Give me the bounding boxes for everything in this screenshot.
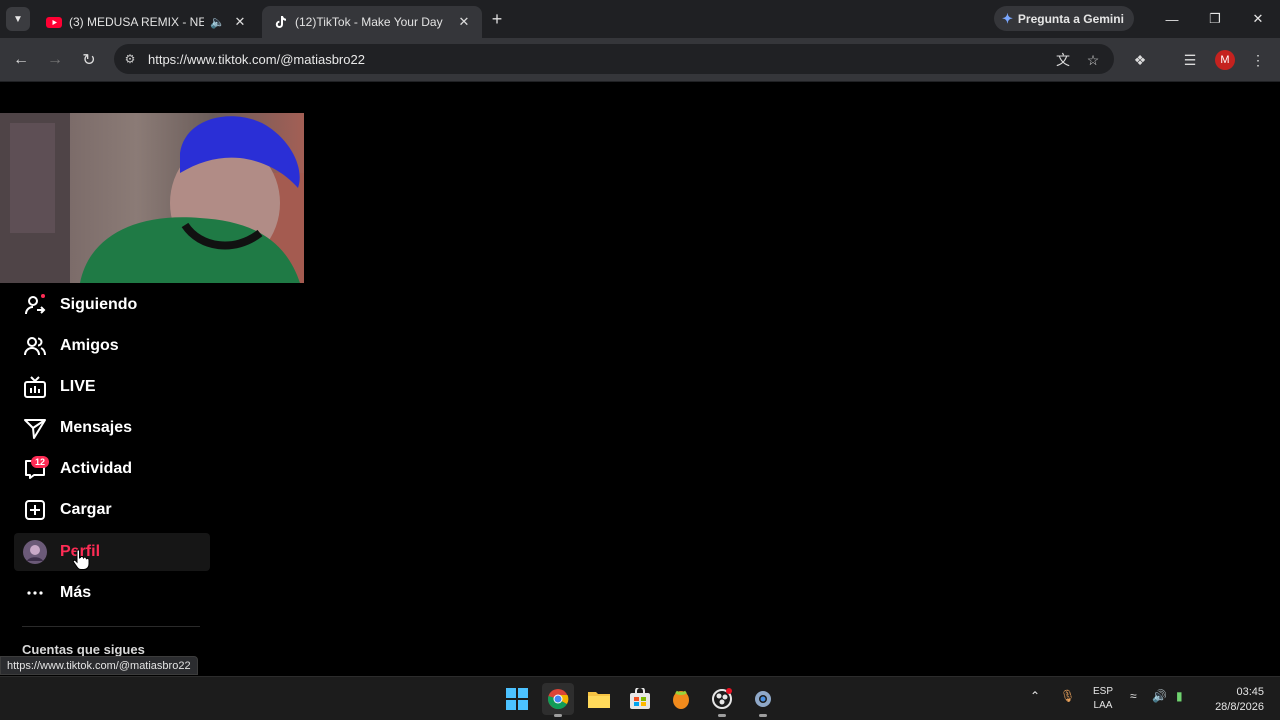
address-bar[interactable]: ⚙ https://www.tiktok.com/@matiasbro22	[114, 44, 1114, 74]
url-text: https://www.tiktok.com/@matiasbro22	[148, 52, 365, 67]
screen: ▼ (3) MEDUSA REMIX - NEO I 🔈 ✕ (12)TikTo…	[0, 0, 1280, 720]
taskbar-settings[interactable]	[747, 683, 779, 717]
restore-button[interactable]: ❐	[1203, 8, 1227, 30]
minimize-button[interactable]: —	[1160, 8, 1184, 30]
notification-badge: 12	[31, 456, 50, 468]
following-accounts-heading: Cuentas que sigues	[22, 642, 145, 657]
activity-icon: 12	[16, 456, 54, 481]
windows-taskbar: ⌃ 🎙 ESP LAA ≈ 🔊 ▮ 03:45 28/8/2026	[0, 676, 1280, 720]
webcam-overlay	[0, 113, 304, 283]
kebab-menu-icon[interactable]: ⋮	[1246, 48, 1270, 72]
minimize-icon: —	[1165, 11, 1179, 27]
sidebar-item-label: LIVE	[60, 378, 96, 395]
microphone-icon[interactable]: 🎙	[1060, 689, 1075, 703]
sidebar-item-mas[interactable]: Más	[14, 574, 210, 612]
gemini-label: Pregunta a Gemini	[1017, 11, 1124, 26]
reload-icon: ↻	[82, 52, 96, 69]
new-tab-button[interactable]: +	[486, 8, 508, 30]
tiktok-icon	[275, 16, 286, 28]
browser-toolbar: ← → ↻ ⚙ https://www.tiktok.com/@matiasbr…	[0, 38, 1280, 82]
sidebar-item-label: Más	[60, 584, 92, 601]
bookmark-star-icon[interactable]: ☆	[1081, 48, 1105, 72]
forward-button[interactable]: →	[43, 48, 67, 72]
sidebar-item-label: Cargar	[60, 501, 112, 518]
youtube-icon	[46, 17, 62, 28]
gemini-spark-icon: ✦	[1002, 10, 1013, 26]
extensions-icon[interactable]: ❖	[1128, 48, 1152, 72]
messages-icon	[16, 416, 54, 440]
following-icon	[16, 293, 54, 317]
wifi-icon[interactable]: ≈	[1130, 689, 1137, 703]
sidebar-item-siguiendo[interactable]: Siguiendo	[14, 286, 210, 324]
hand-cursor-icon	[72, 549, 90, 570]
friends-icon	[16, 334, 54, 358]
tab-title: (3) MEDUSA REMIX - NEO I	[69, 15, 204, 29]
tab-tiktok[interactable]: (12)TikTok - Make Your Day ✕	[262, 6, 482, 38]
lang-code: ESP	[1092, 686, 1113, 697]
sidebar-item-actividad[interactable]: 12 Actividad	[14, 450, 210, 488]
folder-icon	[588, 692, 610, 708]
obs-icon	[712, 688, 732, 709]
battery-icon[interactable]: ▮	[1176, 689, 1183, 703]
plus-icon: +	[491, 8, 503, 29]
gemini-button[interactable]: ✦ Pregunta a Gemini	[994, 6, 1134, 31]
gear-icon	[755, 691, 771, 707]
taskbar-store[interactable]	[624, 683, 656, 715]
speaker-icon[interactable]: 🔈	[210, 15, 226, 29]
tab-medusa-remix[interactable]: (3) MEDUSA REMIX - NEO I 🔈 ✕	[36, 6, 258, 38]
clock-date: 28/8/2026	[1215, 701, 1264, 713]
fl-studio-icon	[673, 690, 689, 709]
profile-avatar[interactable]: M	[1215, 50, 1235, 70]
taskbar-obs[interactable]	[706, 683, 738, 717]
windows-logo-icon	[506, 688, 528, 710]
sidebar-item-mensajes[interactable]: Mensajes	[14, 409, 210, 447]
window-close-button[interactable]: ✕	[1246, 8, 1270, 30]
chevron-down-icon: ▼	[13, 13, 23, 25]
webcam-image	[0, 113, 304, 283]
close-icon[interactable]: ✕	[456, 14, 472, 30]
tab-title: (12)TikTok - Make Your Day	[295, 15, 443, 29]
link-status-bar: https://www.tiktok.com/@matiasbro22	[0, 656, 198, 675]
media-control-icon[interactable]: ☰	[1178, 48, 1202, 72]
sidebar-item-live[interactable]: LIVE	[14, 368, 210, 406]
arrow-right-icon: →	[47, 51, 63, 68]
profile-avatar	[16, 539, 54, 565]
taskbar-fl-studio[interactable]	[665, 683, 697, 715]
sidebar-divider	[22, 626, 200, 627]
sidebar-item-amigos[interactable]: Amigos	[14, 327, 210, 365]
close-icon[interactable]: ✕	[232, 14, 248, 30]
sidebar-item-cargar[interactable]: Cargar	[14, 491, 210, 529]
close-icon: ✕	[1252, 11, 1264, 26]
chrome-icon	[548, 689, 569, 710]
system-clock[interactable]: 03:45 28/8/2026	[1206, 685, 1264, 715]
translate-icon[interactable]: 文	[1051, 48, 1075, 72]
keyboard-layout: LAA	[1093, 700, 1113, 711]
back-button[interactable]: ←	[9, 48, 33, 72]
upload-icon	[16, 498, 54, 522]
sidebar-item-label: Actividad	[60, 460, 133, 477]
sidebar-item-perfil[interactable]: Perfil	[14, 533, 210, 571]
tab-strip: ▼ (3) MEDUSA REMIX - NEO I 🔈 ✕ (12)TikTo…	[0, 0, 1280, 38]
sidebar-item-label: Mensajes	[60, 419, 133, 436]
sidebar-item-label: Siguiendo	[60, 296, 138, 313]
taskbar-chrome[interactable]	[542, 683, 574, 717]
windows-start-button[interactable]	[501, 683, 533, 715]
sidebar-item-label: Amigos	[60, 337, 119, 354]
reload-button[interactable]: ↻	[77, 48, 101, 72]
more-icon	[16, 581, 54, 605]
clock-time: 03:45	[1236, 686, 1264, 698]
restore-icon: ❐	[1209, 11, 1221, 26]
tiktok-page: Siguiendo Amigos LIVE Mensajes 12 Activi…	[0, 83, 1280, 675]
input-language-indicator[interactable]: ESP LAA	[1092, 685, 1114, 713]
profile-initial: M	[1220, 54, 1230, 66]
tab-search-button[interactable]: ▼	[6, 7, 30, 31]
speaker-icon[interactable]: 🔊	[1152, 689, 1167, 703]
taskbar-file-explorer[interactable]	[583, 683, 615, 715]
arrow-left-icon: ←	[13, 51, 29, 68]
site-settings-icon[interactable]: ⚙	[122, 51, 138, 67]
chevron-up-icon[interactable]: ⌃	[1030, 689, 1040, 703]
store-icon	[630, 688, 650, 709]
status-url: https://www.tiktok.com/@matiasbro22	[7, 659, 191, 672]
live-icon	[16, 375, 54, 399]
